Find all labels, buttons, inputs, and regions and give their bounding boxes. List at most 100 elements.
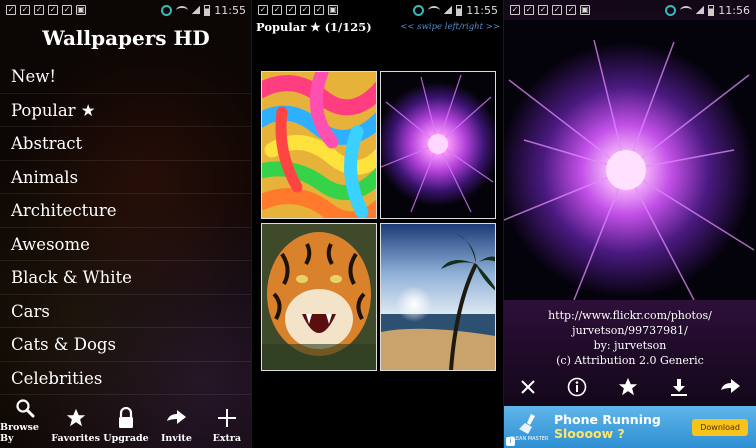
- credit-url-line2[interactable]: jurvetson/99737981/: [504, 323, 756, 338]
- battery-icon: [456, 4, 463, 16]
- browse-by-button[interactable]: Browse By: [0, 398, 50, 448]
- image-notification-icon: ▣: [580, 5, 590, 15]
- clock: 11:55: [214, 3, 246, 17]
- ad-text: Phone Running Sloooow ?: [554, 413, 661, 441]
- wifi-icon: [176, 5, 189, 15]
- check-notification-icon: ✓: [272, 5, 282, 15]
- bottom-nav: Browse By Favorites Upgrade Invite Extra: [0, 398, 252, 448]
- category-panel: ✓ ✓ ✓ ✓ ✓ ▣ 11:55 Wallpapers HD New! Pop…: [0, 0, 252, 448]
- app-title: Wallpapers HD: [42, 26, 210, 50]
- category-item-new[interactable]: New!: [0, 60, 252, 94]
- battery-icon: [708, 4, 715, 16]
- signal-icon: [444, 6, 453, 14]
- status-bar: ✓ ✓ ✓ ✓ ✓ ▣ 11:55: [0, 0, 252, 20]
- category-item-popular[interactable]: Popular ★: [0, 94, 252, 127]
- wallpaper-detail-panel: ✓ ✓ ✓ ✓ ✓ ▣ 11:56 http://www.flickr.com/…: [504, 0, 756, 448]
- signal-icon: [192, 6, 201, 14]
- image-notification-icon: ▣: [328, 5, 338, 15]
- signal-icon: [696, 6, 705, 14]
- category-item-abstract[interactable]: Abstract: [0, 127, 252, 161]
- check-notification-icon: ✓: [62, 5, 72, 15]
- check-notification-icon: ✓: [34, 5, 44, 15]
- upgrade-button[interactable]: Upgrade: [101, 398, 151, 448]
- status-bar: ✓ ✓ ✓ ✓ ✓ ▣ 11:56: [504, 0, 756, 20]
- ad-download-button[interactable]: Download: [692, 418, 748, 436]
- clock: 11:56: [718, 3, 750, 17]
- ad-info-icon[interactable]: i: [506, 437, 515, 446]
- notification-icons: ✓ ✓ ✓ ✓ ✓ ▣: [258, 5, 338, 15]
- thumbnail-tiger[interactable]: [261, 223, 377, 371]
- extra-button[interactable]: Extra: [202, 398, 252, 448]
- ad-subline: Sloooow ?: [554, 426, 625, 441]
- category-item-architecture[interactable]: Architecture: [0, 194, 252, 228]
- category-item-cats-dogs[interactable]: Cats & Dogs: [0, 328, 252, 362]
- credit-url-line1[interactable]: http://www.flickr.com/photos/: [504, 308, 756, 323]
- check-notification-icon: ✓: [314, 5, 324, 15]
- credit-license: (c) Attribution 2.0 Generic: [556, 354, 704, 367]
- check-notification-icon: ✓: [524, 5, 534, 15]
- sync-icon: [161, 4, 173, 16]
- image-notification-icon: ▣: [76, 5, 86, 15]
- gallery-panel: ✓ ✓ ✓ ✓ ✓ ▣ 11:55 Popular ★ (1/125) << s…: [252, 0, 504, 448]
- thumbnail-plasma-ball[interactable]: [380, 71, 496, 219]
- wifi-icon: [680, 5, 693, 15]
- check-notification-icon: ✓: [6, 5, 16, 15]
- wallpaper-preview[interactable]: [504, 20, 756, 300]
- wallpaper-action-bar: [504, 374, 756, 404]
- category-item-cars[interactable]: Cars: [0, 295, 252, 328]
- swipe-hint: << swipe left/right >>: [400, 22, 500, 32]
- invite-button[interactable]: Invite: [151, 398, 201, 448]
- category-item-celebrities[interactable]: Celebrities: [0, 362, 252, 395]
- sync-icon: [665, 4, 677, 16]
- gallery-header: Popular ★ (1/125) << swipe left/right >>: [256, 19, 500, 35]
- notification-icons: ✓ ✓ ✓ ✓ ✓ ▣: [510, 5, 590, 15]
- invite-label: Invite: [160, 433, 192, 444]
- extra-label: Extra: [212, 433, 242, 444]
- beach-sunset-image: [381, 224, 495, 370]
- close-icon[interactable]: [519, 378, 537, 400]
- ad-headline: Phone Running: [554, 412, 661, 427]
- plasma-wallpaper-image: [504, 20, 756, 300]
- ad-brand: CLEAN MASTER: [509, 436, 549, 442]
- download-icon[interactable]: [669, 377, 689, 401]
- category-item-black-white[interactable]: Black & White: [0, 261, 252, 295]
- status-bar: ✓ ✓ ✓ ✓ ✓ ▣ 11:55: [252, 0, 504, 20]
- broom-icon: [519, 414, 535, 434]
- gallery-title: Popular ★ (1/125): [256, 20, 372, 34]
- candy-worms-image: [262, 72, 376, 218]
- ad-banner[interactable]: CLEAN MASTER Phone Running Sloooow ? Dow…: [504, 406, 756, 448]
- check-notification-icon: ✓: [258, 5, 268, 15]
- plasma-ball-image: [381, 72, 495, 218]
- photo-credit: http://www.flickr.com/photos/ jurvetson/…: [504, 308, 756, 368]
- check-notification-icon: ✓: [566, 5, 576, 15]
- tiger-image: [262, 224, 376, 370]
- favorites-button[interactable]: Favorites: [50, 398, 100, 448]
- check-notification-icon: ✓: [538, 5, 548, 15]
- category-item-awesome[interactable]: Awesome: [0, 228, 252, 261]
- category-item-animals[interactable]: Animals: [0, 161, 252, 194]
- battery-icon: [204, 4, 211, 16]
- share-arrow-icon: [165, 407, 187, 429]
- check-notification-icon: ✓: [300, 5, 310, 15]
- check-notification-icon: ✓: [510, 5, 520, 15]
- share-arrow-icon[interactable]: [719, 378, 741, 400]
- wifi-icon: [428, 5, 441, 15]
- notification-icons: ✓ ✓ ✓ ✓ ✓ ▣: [6, 5, 86, 15]
- info-icon[interactable]: [567, 377, 587, 401]
- favorites-label: Favorites: [51, 433, 100, 444]
- check-notification-icon: ✓: [48, 5, 58, 15]
- category-list: New! Popular ★ Abstract Animals Architec…: [0, 60, 252, 395]
- clock: 11:55: [466, 3, 498, 17]
- check-notification-icon: ✓: [552, 5, 562, 15]
- search-icon: [15, 398, 35, 418]
- plus-icon: [217, 407, 237, 429]
- browse-by-label: Browse By: [0, 422, 39, 444]
- sync-icon: [413, 4, 425, 16]
- upgrade-label: Upgrade: [103, 433, 149, 444]
- check-notification-icon: ✓: [286, 5, 296, 15]
- star-icon: [65, 407, 87, 429]
- lock-icon: [117, 407, 135, 429]
- star-icon[interactable]: [617, 376, 639, 402]
- thumbnail-beach-sunset[interactable]: [380, 223, 496, 371]
- thumbnail-candy-worms[interactable]: [261, 71, 377, 219]
